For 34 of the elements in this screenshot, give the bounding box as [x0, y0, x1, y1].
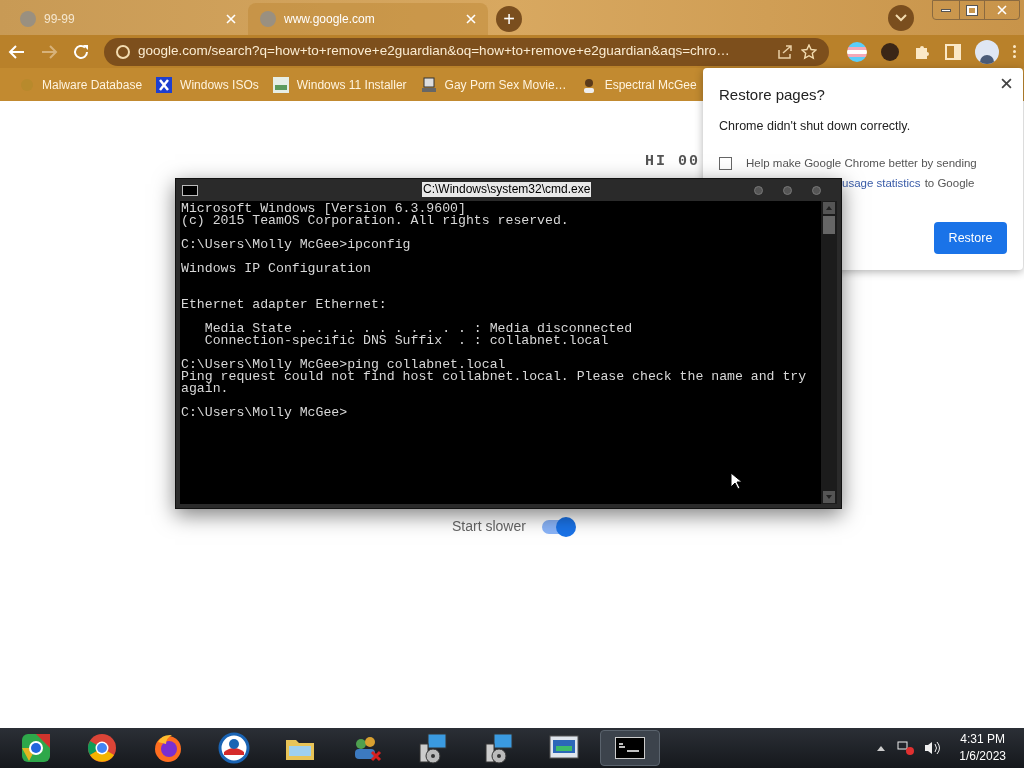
clock-time[interactable]: 4:31 PM	[960, 731, 1005, 748]
console-line: Ping request could not find host collabnet.local. Please check the name and try	[181, 371, 808, 383]
dialog-title: Restore pages?	[719, 85, 826, 105]
usage-statistics-link[interactable]: usage statistics	[842, 175, 921, 193]
console-line: Ethernet adapter Ethernet:	[181, 299, 388, 311]
window-title: C:\Windows\system32\cmd.exe	[422, 182, 592, 197]
restore-button[interactable]: Restore	[934, 222, 1007, 254]
toggle-label: Start slower	[452, 517, 526, 536]
console-line: Connection-specific DNS Suffix . : collabnet.local	[203, 335, 610, 347]
page-heading: HI 00	[645, 152, 700, 172]
console-line: C:\Users\Molly McGee>ipconfig	[181, 239, 412, 251]
checkbox-label: to Google	[924, 176, 975, 191]
console-line: C:\Users\Molly McGee>ping collabnet.local	[181, 359, 506, 371]
checkbox-label: Help make Google Chrome better by sending	[746, 156, 977, 171]
console-line: Microsoft Windows [Version 6.3.9600]	[181, 203, 466, 215]
bookmark-link[interactable]: Windows ISOs	[180, 75, 259, 94]
browser-tab[interactable]: 99-99	[8, 3, 248, 35]
console-line: Windows IP Configuration	[181, 263, 372, 275]
console-line: Media State . . . . . . . . . . . : Media disconnected	[203, 323, 634, 335]
address-bar[interactable]: google.com/search?q=how+to+remove+e2guardian&oq=how+to+remove+e2guardian&aqs=chro…	[104, 37, 829, 66]
console-line: (c) 2015 TeamOS Corporation. All rights reserved.	[181, 215, 570, 227]
browser-tab[interactable]: www.google.com	[248, 3, 488, 35]
tab-title: 99-99	[44, 11, 76, 28]
console-line: again.	[181, 383, 229, 395]
dialog-message: Chrome didn't shut down correctly.	[719, 117, 912, 135]
bookmark-link[interactable]: Espectral McGee	[604, 75, 697, 94]
tab-title: www.google.com	[284, 11, 376, 28]
bookmark-link[interactable]: Windows 11 Installer	[296, 75, 407, 94]
url-text: google.com/search?q=how+to+remove+e2guardian&oq=how+to+remove+e2guardian&aqs=chro…	[138, 42, 731, 61]
new-tab-button[interactable]: +	[496, 6, 522, 32]
bookmark-link[interactable]: Gay Porn Sex Movie…	[444, 75, 567, 94]
console-line: C:\Users\Molly McGee>	[181, 407, 349, 419]
bookmark-link[interactable]: Malware Database	[42, 75, 143, 94]
clock-date[interactable]: 1/6/2023	[959, 748, 1006, 765]
